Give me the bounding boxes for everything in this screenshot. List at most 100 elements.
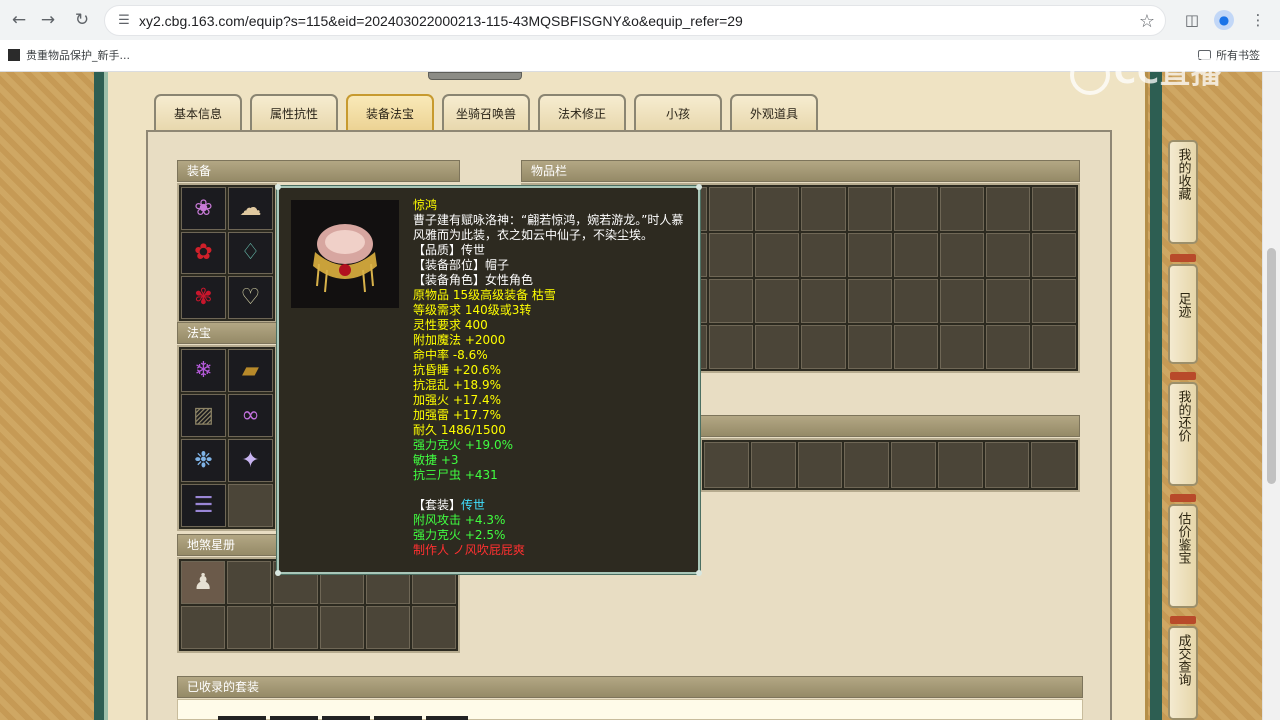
tab-child[interactable]: 小孩 <box>634 94 722 130</box>
inventory-slot[interactable] <box>847 279 892 323</box>
inventory-slot[interactable] <box>709 279 754 323</box>
card-slot[interactable] <box>365 606 410 649</box>
inventory-slot[interactable] <box>801 325 846 369</box>
fabao-slot[interactable]: ☰ <box>181 484 226 527</box>
inventory-slot[interactable] <box>755 279 800 323</box>
scrollbar-thumb[interactable] <box>1267 248 1276 484</box>
secondary-slot[interactable] <box>844 442 889 488</box>
card-slot[interactable]: ♟ <box>181 561 226 604</box>
card-slot[interactable] <box>227 606 272 649</box>
inventory-slot[interactable] <box>893 325 938 369</box>
inventory-slot[interactable] <box>939 233 984 277</box>
bookmark-item[interactable]: 贵重物品保护_新手... <box>8 47 130 63</box>
inventory-slot[interactable] <box>709 325 754 369</box>
inventory-slot[interactable] <box>709 233 754 277</box>
inventory-slot[interactable] <box>1031 233 1076 277</box>
bookmark-favicon-icon <box>8 49 20 61</box>
url-text[interactable]: xy2.cbg.163.com/equip?s=115&eid=20240302… <box>139 13 743 29</box>
inventory-slot[interactable] <box>801 187 846 231</box>
inventory-slot[interactable] <box>939 187 984 231</box>
inventory-slot[interactable] <box>893 233 938 277</box>
side-btn-appraisal[interactable]: 估价鉴宝 <box>1168 504 1198 608</box>
hat-icon <box>313 224 377 293</box>
card-slot[interactable] <box>227 561 272 604</box>
fabao-slot[interactable]: ✦ <box>228 439 273 482</box>
item-level-req: 等级需求 140级或3转 <box>413 303 532 317</box>
card-slot[interactable] <box>411 606 456 649</box>
fabao-slot[interactable]: ▰ <box>228 349 273 392</box>
inventory-slot[interactable] <box>939 325 984 369</box>
equip-slot[interactable]: ✾ <box>181 276 226 319</box>
side-panel-icon[interactable]: ◫ <box>1182 10 1202 30</box>
inventory-slot[interactable] <box>801 233 846 277</box>
secondary-slot[interactable] <box>797 442 843 488</box>
inventory-slot[interactable] <box>893 187 938 231</box>
inventory-slot[interactable] <box>939 279 984 323</box>
fabao-header: 法宝 <box>177 322 277 344</box>
equip-item-icon: ☁ <box>229 188 272 229</box>
equip-slot[interactable]: ☁ <box>228 187 273 230</box>
secondary-slot[interactable] <box>750 442 796 488</box>
fabao-slot[interactable]: ▨ <box>181 394 226 437</box>
card-slot[interactable] <box>181 606 226 649</box>
inventory-slot[interactable] <box>1031 187 1076 231</box>
tab-basic-info[interactable]: 基本信息 <box>154 94 242 130</box>
equip-slot[interactable]: ❀ <box>181 187 226 230</box>
side-btn-counteroffers[interactable]: 我的还价 <box>1168 382 1198 486</box>
inventory-slot[interactable] <box>755 233 800 277</box>
inventory-slot[interactable] <box>847 187 892 231</box>
back-icon[interactable]: ← <box>7 8 31 32</box>
inventory-slot[interactable] <box>1031 325 1076 369</box>
inventory-slot[interactable] <box>847 325 892 369</box>
card-slot[interactable] <box>319 606 364 649</box>
item-maker: 制作人 ノ风吹屁屁爽 <box>413 543 525 557</box>
inventory-slot[interactable] <box>893 279 938 323</box>
tab-mounts-pets[interactable]: 坐骑召唤兽 <box>442 94 530 130</box>
equip-slot[interactable]: ♢ <box>228 231 273 275</box>
reload-icon[interactable]: ↻ <box>70 8 94 32</box>
equip-slot[interactable]: ♡ <box>228 276 273 319</box>
secondary-slot[interactable] <box>1031 442 1076 488</box>
bookmark-star-icon[interactable]: ☆ <box>1139 11 1155 32</box>
item-quality: 【品质】传世 <box>413 243 486 257</box>
card-slot[interactable] <box>273 606 318 649</box>
profile-icon[interactable]: ● <box>1214 10 1234 30</box>
page-scrollbar[interactable] <box>1262 72 1280 720</box>
tab-appearance[interactable]: 外观道具 <box>730 94 818 130</box>
side-btn-footprints[interactable]: 足迹 <box>1168 264 1198 364</box>
inventory-slot[interactable] <box>847 233 892 277</box>
item-role: 【装备角色】女性角色 <box>413 273 534 287</box>
forward-icon[interactable]: → <box>36 8 60 32</box>
collected-sets-header: 已收录的套装 <box>177 676 1083 698</box>
secondary-slot[interactable] <box>984 442 1030 488</box>
tab-equipment[interactable]: 装备法宝 <box>346 94 434 130</box>
site-info-icon[interactable]: ☰ <box>115 12 133 30</box>
inventory-slot[interactable] <box>985 233 1030 277</box>
address-bar[interactable]: ☰ xy2.cbg.163.com/equip?s=115&eid=202403… <box>104 5 1166 36</box>
equip-slot[interactable]: ✿ <box>181 231 226 275</box>
side-btn-transactions[interactable]: 成交查询 <box>1168 626 1198 720</box>
inventory-slot[interactable] <box>755 325 800 369</box>
tab-attributes[interactable]: 属性抗性 <box>250 94 338 130</box>
inventory-slot[interactable] <box>985 325 1030 369</box>
item-stat: 抗昏睡 +20.6% <box>413 363 501 377</box>
fabao-slot[interactable]: ∞ <box>228 394 273 437</box>
fabao-slot[interactable]: ❄ <box>181 349 226 392</box>
inventory-slot[interactable] <box>709 187 754 231</box>
inventory-slot[interactable] <box>801 279 846 323</box>
tab-spell-correction[interactable]: 法术修正 <box>538 94 626 130</box>
inventory-slot[interactable] <box>1031 279 1076 323</box>
fabao-slot[interactable]: ❉ <box>181 439 226 482</box>
side-btn-favorites[interactable]: 我的收藏 <box>1168 140 1198 244</box>
inventory-slot[interactable] <box>755 187 800 231</box>
secondary-slot[interactable] <box>891 442 936 488</box>
fabao-slot[interactable] <box>228 484 273 527</box>
set-name: 传世 <box>461 498 486 512</box>
item-green-stat: 强力克火 +19.0% <box>413 438 513 452</box>
menu-icon[interactable]: ⋮ <box>1248 10 1268 30</box>
secondary-slot[interactable] <box>704 442 749 488</box>
secondary-slot[interactable] <box>937 442 983 488</box>
inventory-slot[interactable] <box>985 279 1030 323</box>
inventory-slot[interactable] <box>985 187 1030 231</box>
